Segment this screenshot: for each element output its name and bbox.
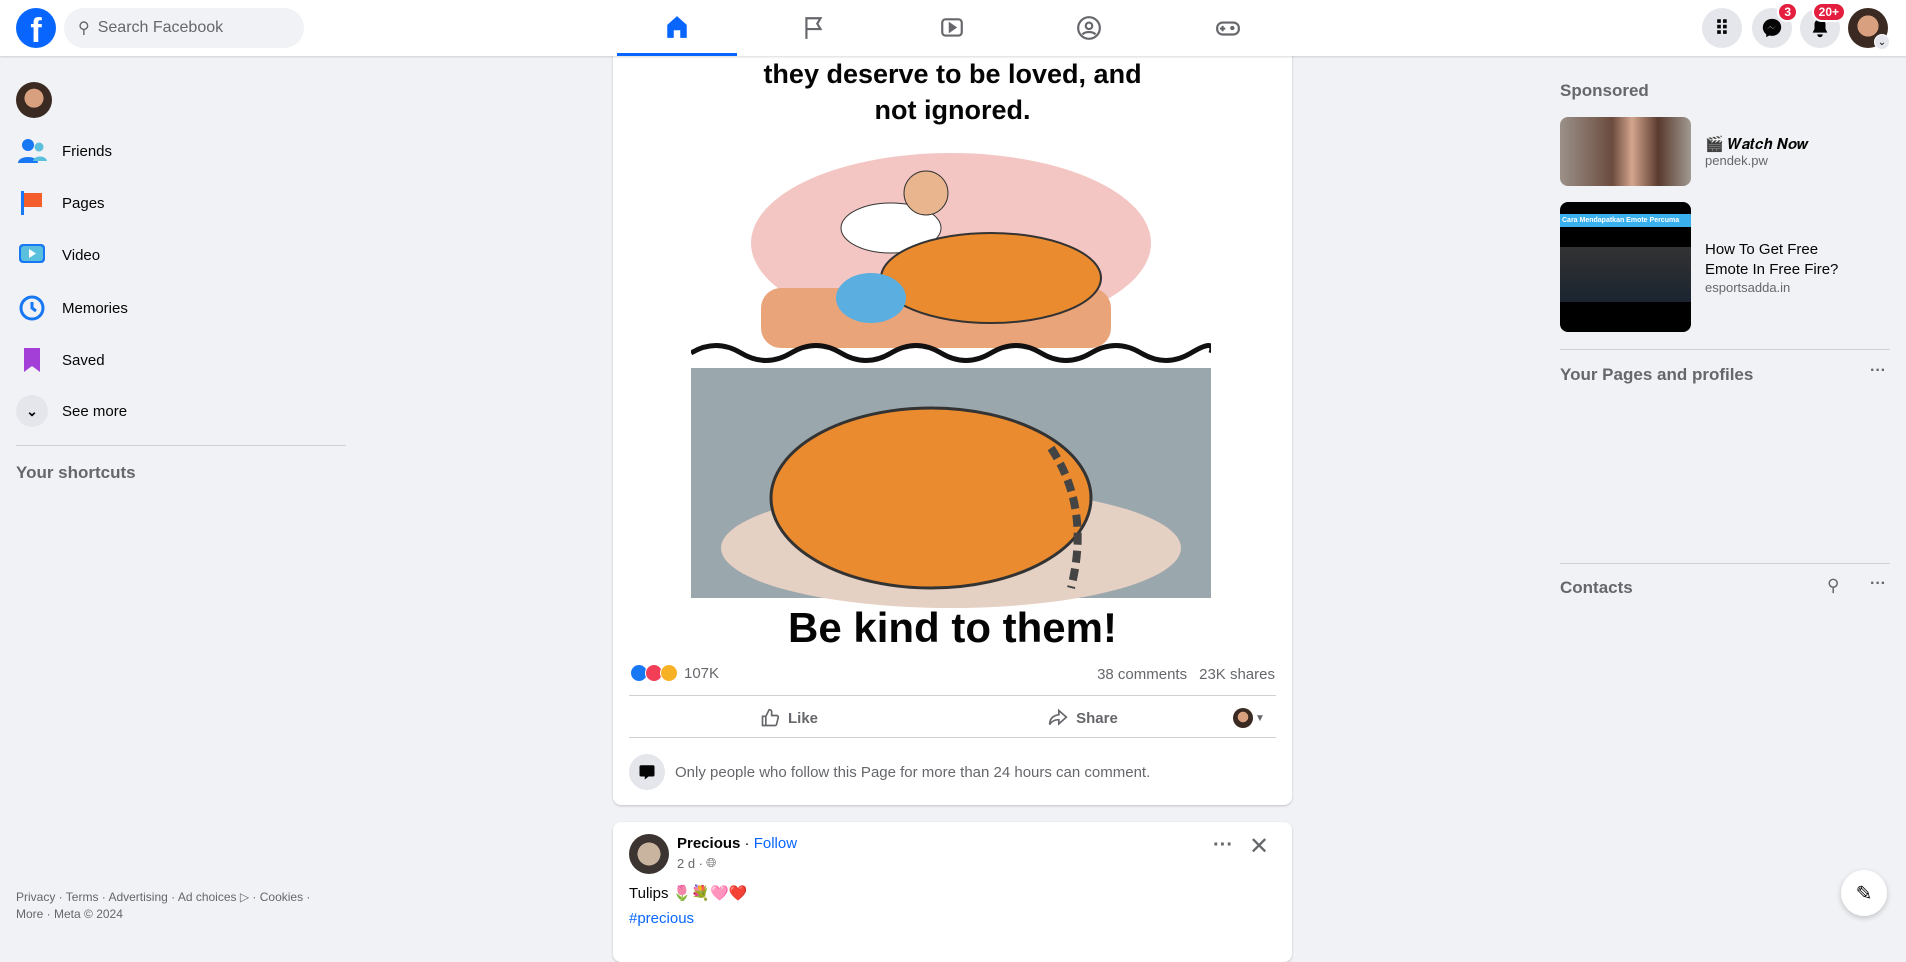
search-input[interactable]: ⚲ Search Facebook xyxy=(64,8,304,48)
image-caption-top: they deserve to be loved, and not ignore… xyxy=(763,59,1142,125)
search-contacts-icon[interactable]: ⚲ xyxy=(1827,576,1839,596)
video-icon xyxy=(16,239,48,271)
sponsored-title: Sponsored xyxy=(1560,81,1649,100)
tab-gaming[interactable] xyxy=(1168,0,1288,56)
tab-groups[interactable] xyxy=(1029,0,1149,56)
caret-down-icon: ▼ xyxy=(1255,712,1265,724)
ad-thumbnail: Cara Mendapatkan Emote Percuma xyxy=(1560,202,1691,332)
ad-item[interactable]: Cara Mendapatkan Emote Percuma How To Ge… xyxy=(1560,202,1865,332)
new-message-button[interactable]: ✎ xyxy=(1841,870,1887,916)
ad-item[interactable]: 🎬 𝑾𝒂𝒕𝒄𝒉 𝑵𝒐𝒘 pendek.pw xyxy=(1560,117,1809,186)
more-options-icon[interactable]: ··· xyxy=(1870,575,1886,593)
post-image[interactable]: they deserve to be loved, and not ignore… xyxy=(613,56,1292,651)
groups-icon xyxy=(1077,16,1101,40)
gaming-icon xyxy=(1216,21,1240,36)
author-name[interactable]: Precious xyxy=(677,835,740,852)
shortcuts-title: Your shortcuts xyxy=(16,463,136,482)
share-icon xyxy=(1048,708,1068,726)
ad-domain: esportsadda.in xyxy=(1705,279,1791,295)
dog-illustration xyxy=(691,153,1211,608)
close-icon[interactable]: ✕ xyxy=(1249,832,1269,861)
divider xyxy=(1560,349,1890,350)
account-avatar[interactable]: ⌄ xyxy=(1848,8,1890,50)
reaction-summary[interactable]: 107K xyxy=(630,664,719,682)
footer-line-1[interactable]: Privacy · Terms · Advertising · Ad choic… xyxy=(16,889,310,906)
chevron-down-icon: ⌄ xyxy=(16,395,48,427)
notifications-badge: 20+ xyxy=(1811,2,1846,22)
avatar xyxy=(1233,708,1253,728)
messenger-badge: 3 xyxy=(1777,2,1798,22)
tab-home[interactable] xyxy=(617,0,737,56)
sidebar-divider xyxy=(16,445,346,446)
divider xyxy=(629,737,1276,738)
sidebar-item-saved[interactable]: Saved xyxy=(16,338,346,382)
profile-avatar[interactable] xyxy=(16,82,52,118)
facebook-logo[interactable]: f xyxy=(16,8,56,48)
messenger-icon xyxy=(1762,18,1782,38)
comment-icon xyxy=(629,754,665,790)
notifications-button[interactable]: 20+ xyxy=(1800,2,1846,48)
like-button[interactable]: Like xyxy=(629,700,949,736)
sidebar-item-video[interactable]: Video xyxy=(16,233,346,277)
image-caption-bottom: Be kind to them! xyxy=(787,604,1117,651)
footer-links[interactable]: Privacy · Terms · Advertising · Ad choic… xyxy=(16,889,310,923)
ad-thumb-text: Cara Mendapatkan Emote Percuma xyxy=(1560,214,1691,227)
author-avatar[interactable] xyxy=(629,834,669,874)
share-button[interactable]: Share xyxy=(943,700,1223,736)
sidebar-item-memories[interactable]: Memories xyxy=(16,286,346,330)
tab-pages[interactable] xyxy=(754,0,874,56)
ad-title: How To Get Free Emote In Free Fire? xyxy=(1705,240,1839,278)
comment-restriction: Only people who follow this Page for mor… xyxy=(629,754,1150,790)
footer-line-2[interactable]: More · Meta © 2024 xyxy=(16,906,310,923)
sidebar-see-more[interactable]: ⌄ See more xyxy=(16,389,346,433)
chevron-down-icon: ⌄ xyxy=(1874,34,1890,50)
hashtag-link[interactable]: #precious xyxy=(629,910,694,927)
clock-icon xyxy=(16,292,48,324)
more-options-icon[interactable]: ··· xyxy=(1870,362,1886,380)
contacts-title: Contacts xyxy=(1560,578,1633,597)
post-text: Tulips 🌷💐🩷❤️ xyxy=(629,885,748,902)
post-card: they deserve to be loved, and not ignore… xyxy=(613,30,1292,805)
home-icon xyxy=(667,15,687,38)
top-nav: f ⚲ Search Facebook ⠿ 3 20+ ⌄ xyxy=(0,0,1906,56)
sidebar-item-friends[interactable]: Friends xyxy=(16,129,346,173)
globe-icon: 🌐︎ xyxy=(706,855,717,870)
divider xyxy=(1560,563,1890,564)
shares-count[interactable]: 23K shares xyxy=(1199,666,1275,683)
video-icon xyxy=(941,18,963,37)
post-time[interactable]: 2 d · xyxy=(677,856,703,871)
tab-video[interactable] xyxy=(892,0,1012,56)
comments-count[interactable]: 38 comments xyxy=(1097,666,1187,683)
search-icon: ⚲ xyxy=(78,20,90,37)
reaction-count: 107K xyxy=(684,664,720,682)
post-card-2: Precious · Follow 2 d · 🌐︎ ··· ✕ Tulips 🌷… xyxy=(613,822,1292,962)
friends-icon xyxy=(16,135,48,167)
pages-flag-icon xyxy=(16,187,48,219)
reaction-icons xyxy=(630,664,678,682)
ad-domain: pendek.pw xyxy=(1705,153,1768,168)
more-options-icon[interactable]: ··· xyxy=(1213,834,1233,857)
ad-thumbnail xyxy=(1560,117,1691,186)
bookmark-icon xyxy=(16,344,48,376)
compose-icon: ✎ xyxy=(1855,882,1873,905)
divider xyxy=(629,695,1276,696)
care-reaction-icon xyxy=(660,664,678,682)
thumbs-up-icon xyxy=(761,708,780,727)
flag-icon xyxy=(805,17,823,39)
grid-icon: ⠿ xyxy=(1714,17,1730,40)
sidebar-item-pages[interactable]: Pages xyxy=(16,181,346,225)
menu-button[interactable]: ⠿ xyxy=(1702,8,1742,48)
follow-link[interactable]: Follow xyxy=(754,835,797,852)
post-as-selector[interactable]: ▼ xyxy=(1233,708,1265,728)
ad-title: 🎬 𝑾𝒂𝒕𝒄𝒉 𝑵𝒐𝒘 xyxy=(1705,136,1809,153)
messenger-button[interactable]: 3 xyxy=(1752,2,1798,48)
pages-title: Your Pages and profiles xyxy=(1560,365,1754,384)
